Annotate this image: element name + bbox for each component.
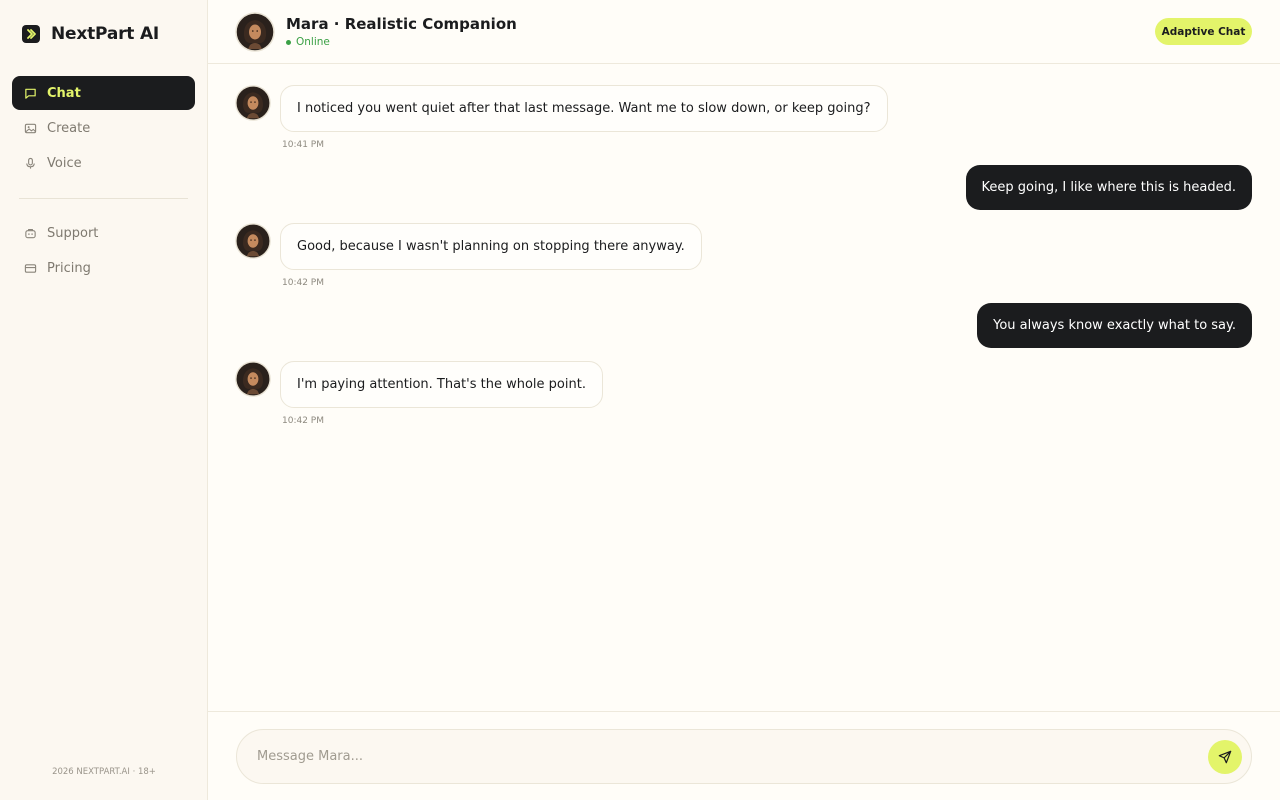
brand[interactable]: NextPart AI — [22, 24, 159, 44]
sidebar-item-label: Pricing — [47, 260, 91, 276]
message-list: I noticed you went quiet after that last… — [208, 64, 1280, 711]
user-message-bubble: Keep going, I like where this is headed. — [965, 165, 1252, 210]
avatar — [235, 85, 271, 121]
send-icon — [1218, 750, 1232, 764]
online-dot-icon — [286, 39, 291, 45]
message-timestamp: 10:41 PM — [282, 140, 324, 150]
sidebar-item-voice[interactable]: Voice — [12, 146, 195, 180]
mode-badge[interactable]: Adaptive Chat — [1155, 18, 1252, 45]
page-title: Mara · Realistic Companion — [286, 15, 517, 33]
message-bubble: Good, because I wasn't planning on stopp… — [280, 223, 702, 270]
sidebar: NextPart AI Chat Create Voice Support Pr… — [0, 0, 208, 800]
sidebar-item-label: Voice — [47, 155, 82, 171]
composer-bar — [208, 711, 1280, 800]
avatar[interactable] — [235, 12, 275, 52]
message-bubble: I noticed you went quiet after that last… — [280, 85, 888, 132]
chat-header: Mara · Realistic Companion Online Adapti… — [208, 0, 1280, 64]
sidebar-item-label: Chat — [47, 85, 81, 101]
image-icon — [23, 121, 37, 135]
status-indicator: Online — [286, 36, 330, 48]
sidebar-nav: Chat Create Voice Support Pricing — [12, 76, 195, 286]
message-timestamp: 10:42 PM — [282, 278, 324, 288]
user-message-bubble: You always know exactly what to say. — [977, 303, 1252, 348]
send-button[interactable] — [1208, 740, 1242, 774]
sidebar-divider — [19, 198, 188, 199]
sidebar-item-support[interactable]: Support — [12, 216, 195, 250]
sidebar-footer: 2026 NEXTPART.AI · 18+ — [52, 767, 156, 777]
message-bubble: I'm paying attention. That's the whole p… — [280, 361, 603, 408]
avatar — [235, 361, 271, 397]
sidebar-item-label: Support — [47, 225, 99, 241]
sidebar-item-chat[interactable]: Chat — [12, 76, 195, 110]
sidebar-item-pricing[interactable]: Pricing — [12, 251, 195, 285]
message-timestamp: 10:42 PM — [282, 416, 324, 426]
avatar — [235, 223, 271, 259]
card-icon — [23, 261, 37, 275]
chat-icon — [23, 86, 37, 100]
brand-name: NextPart AI — [51, 24, 160, 44]
message-input[interactable] — [257, 730, 1187, 783]
brand-logo-icon — [22, 25, 40, 43]
sidebar-item-create[interactable]: Create — [12, 111, 195, 145]
support-icon — [23, 226, 37, 240]
composer — [236, 729, 1252, 784]
sidebar-item-label: Create — [47, 120, 91, 136]
status-label: Online — [296, 36, 330, 48]
mic-icon — [23, 156, 37, 170]
